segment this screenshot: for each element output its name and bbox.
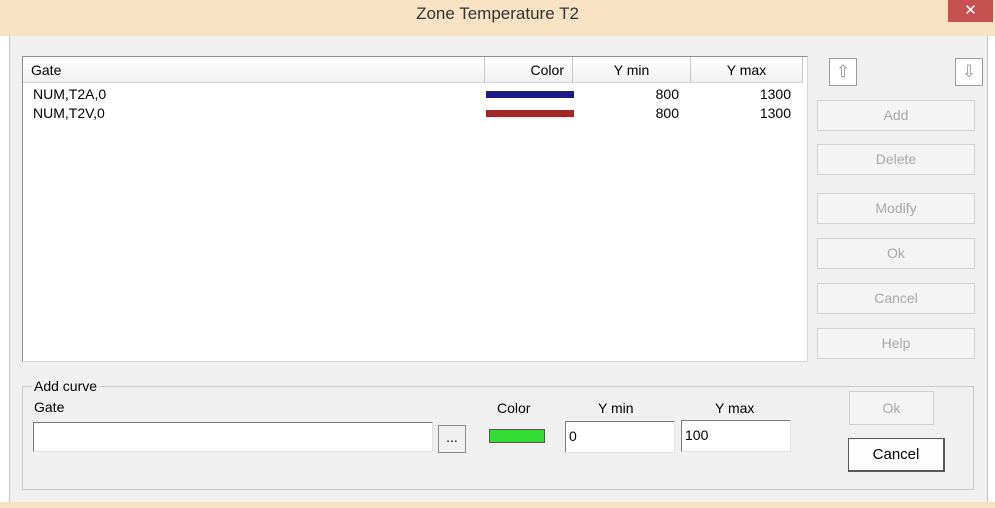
arrow-down-icon: ⇩ (961, 62, 977, 81)
move-up-button[interactable]: ⇧ (829, 58, 857, 86)
delete-button[interactable]: Delete (817, 144, 975, 175)
browse-gate-button[interactable]: ... (438, 425, 466, 453)
ymax-label: Y max (715, 400, 755, 416)
list-row[interactable]: NUM,T2V,0 800 1300 (23, 104, 807, 123)
column-header-gate[interactable]: Gate (23, 57, 485, 83)
gate-label: Gate (34, 399, 65, 415)
row-gate: NUM,T2A,0 (33, 86, 107, 102)
modify-button[interactable]: Modify (817, 193, 975, 224)
row-color-swatch (486, 91, 574, 98)
row-ymin: 800 (655, 86, 679, 102)
list-row[interactable]: NUM,T2A,0 800 1300 (23, 85, 807, 104)
window-title: Zone Temperature T2 (416, 4, 579, 23)
ok-list-button[interactable]: Ok (817, 238, 975, 269)
column-header-ymax[interactable]: Y max (691, 57, 803, 83)
color-label: Color (497, 400, 531, 416)
add-button[interactable]: Add (817, 100, 975, 131)
row-ymax: 1300 (759, 105, 791, 121)
ymax-input[interactable]: 100 (681, 420, 791, 452)
row-ymin: 800 (655, 105, 679, 121)
ymin-label: Y min (598, 400, 634, 416)
row-color-swatch (486, 110, 574, 117)
close-button[interactable]: ✕ (948, 0, 993, 22)
cancel-list-button[interactable]: Cancel (817, 283, 975, 314)
move-down-button[interactable]: ⇩ (955, 58, 983, 86)
row-ymax: 1300 (759, 86, 791, 102)
window-bottom-border (0, 502, 995, 508)
add-curve-ok-button[interactable]: Ok (849, 391, 934, 425)
column-header-color[interactable]: Color (485, 57, 573, 83)
row-gate: NUM,T2V,0 (33, 105, 105, 121)
gate-input[interactable] (33, 422, 433, 452)
column-header-ymin[interactable]: Y min (573, 57, 691, 83)
help-button[interactable]: Help (817, 328, 975, 359)
curve-list[interactable]: Gate Color Y min Y max NUM,T2A,0 800 130… (22, 56, 808, 362)
arrow-up-icon: ⇧ (835, 62, 851, 81)
ymin-input[interactable]: 0 (565, 421, 675, 453)
color-picker-swatch[interactable] (489, 429, 545, 443)
add-curve-cancel-button[interactable]: Cancel (848, 438, 945, 472)
add-curve-group-title: Add curve (32, 377, 100, 395)
